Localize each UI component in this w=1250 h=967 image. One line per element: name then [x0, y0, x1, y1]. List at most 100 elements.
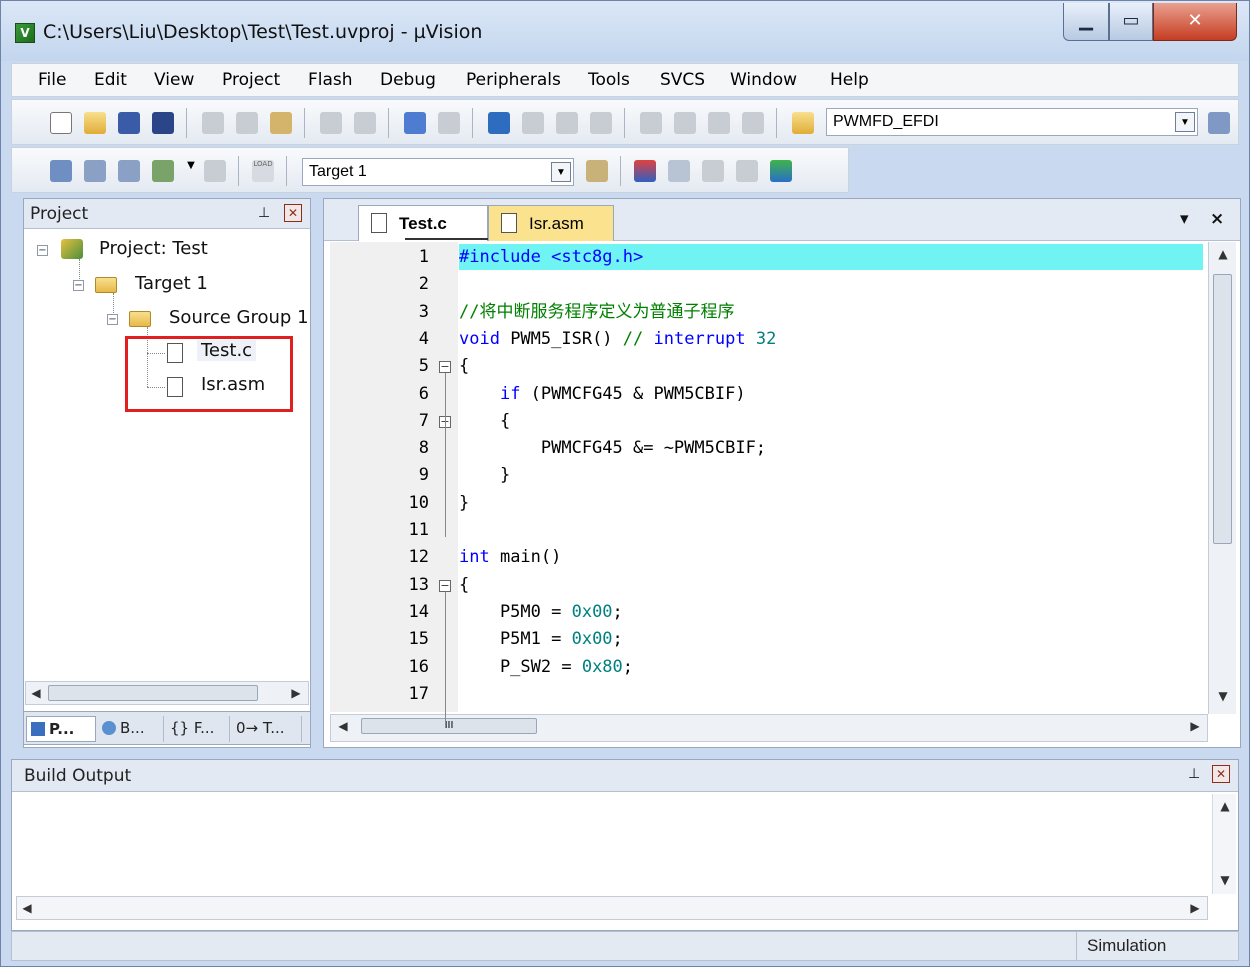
scroll-up-icon[interactable]: ▲: [1215, 246, 1231, 262]
open-folder-icon[interactable]: [84, 112, 106, 134]
stop-build-icon[interactable]: [204, 160, 226, 182]
rebuild-icon[interactable]: [118, 160, 140, 182]
navigate-back-icon[interactable]: [404, 112, 426, 134]
scroll-right-icon[interactable]: ▶: [1187, 900, 1203, 916]
paste-icon[interactable]: [270, 112, 292, 134]
code-line[interactable]: [459, 517, 1199, 544]
comment-icon[interactable]: [708, 112, 730, 134]
find-combo[interactable]: PWMFD_EFDI ▼: [826, 108, 1198, 136]
scroll-right-icon[interactable]: ▶: [288, 685, 304, 701]
code-line[interactable]: int main(): [459, 544, 1199, 571]
scroll-left-icon[interactable]: ◀: [28, 685, 44, 701]
editor-vscroll-thumb[interactable]: [1213, 274, 1232, 544]
tab-project[interactable]: P...: [26, 716, 96, 742]
menu-flash[interactable]: Flash: [308, 70, 353, 90]
next-bookmark-icon[interactable]: [556, 112, 578, 134]
build-hscroll[interactable]: ◀ ▶: [16, 896, 1208, 920]
code-line[interactable]: [459, 271, 1199, 298]
new-file-icon[interactable]: [50, 112, 72, 134]
project-hscroll[interactable]: ◀ ▶: [25, 681, 309, 705]
code-line[interactable]: }: [459, 490, 1199, 517]
editor-hscroll[interactable]: ◀ III ▶: [330, 714, 1208, 742]
tab-test-c[interactable]: Test.c: [358, 205, 495, 241]
build-icon[interactable]: [84, 160, 106, 182]
prev-bookmark-icon[interactable]: [522, 112, 544, 134]
code-line[interactable]: PWMCFG45 &= ~PWM5CBIF;: [459, 435, 1199, 462]
pin-icon[interactable]: ⊥: [258, 205, 270, 221]
code-line[interactable]: void PWM5_ISR() // interrupt 32: [459, 326, 1199, 353]
menu-window[interactable]: Window: [730, 70, 797, 90]
scroll-left-icon[interactable]: ◀: [19, 900, 35, 916]
project-hscroll-thumb[interactable]: [48, 685, 258, 701]
unindent-icon[interactable]: [674, 112, 696, 134]
code-line[interactable]: {: [459, 572, 1199, 599]
code-line[interactable]: P_SW2 = 0x80;: [459, 654, 1199, 681]
manage-project-items-icon[interactable]: [634, 160, 656, 182]
fold-toggle-icon[interactable]: −: [439, 361, 451, 374]
tab-functions[interactable]: {} F...: [166, 716, 230, 742]
menu-edit[interactable]: Edit: [94, 70, 127, 90]
menu-debug[interactable]: Debug: [380, 70, 436, 90]
bookmark-icon[interactable]: [488, 112, 510, 134]
save-icon[interactable]: [118, 112, 140, 134]
scroll-right-icon[interactable]: ▶: [1187, 718, 1203, 734]
batch-build-icon[interactable]: [152, 160, 174, 182]
incremental-find-icon[interactable]: [1208, 112, 1230, 134]
menu-project[interactable]: Project: [222, 70, 280, 90]
pin-icon[interactable]: ⊥: [1188, 766, 1200, 782]
menu-help[interactable]: Help: [830, 70, 869, 90]
translate-icon[interactable]: [50, 160, 72, 182]
chevron-down-icon[interactable]: ▼: [1175, 112, 1195, 132]
scroll-up-icon[interactable]: ▲: [1217, 798, 1233, 814]
scroll-left-icon[interactable]: ◀: [335, 718, 351, 734]
editor-hscroll-thumb[interactable]: III: [361, 718, 537, 734]
build-vscroll[interactable]: ▲ ▼: [1212, 794, 1236, 894]
indent-icon[interactable]: [640, 112, 662, 134]
tree-target-1[interactable]: Target 1: [135, 273, 208, 294]
close-button[interactable]: ✕: [1153, 3, 1237, 41]
menu-svcs[interactable]: SVCS: [660, 70, 705, 90]
editor-vscroll[interactable]: ▲ ▼: [1208, 242, 1236, 714]
code-line[interactable]: [459, 681, 1199, 708]
select-packs-icon[interactable]: [668, 160, 690, 182]
pack-installer-icon[interactable]: [770, 160, 792, 182]
copy-icon[interactable]: [236, 112, 258, 134]
code-line[interactable]: {: [459, 353, 1199, 380]
batch-build-dropdown-icon[interactable]: ▼: [186, 160, 196, 182]
tab-isr-asm[interactable]: Isr.asm: [488, 205, 614, 241]
scroll-down-icon[interactable]: ▼: [1215, 688, 1231, 704]
code-line[interactable]: //将中断服务程序定义为普通子程序: [459, 299, 1199, 326]
redo-icon[interactable]: [354, 112, 376, 134]
menu-file[interactable]: File: [38, 70, 66, 90]
title-bar[interactable]: V C:\Users\Liu\Desktop\Test\Test.uvproj …: [1, 1, 1249, 61]
tree-project-test[interactable]: Project: Test: [99, 238, 208, 259]
manage-rte-icon[interactable]: [702, 160, 724, 182]
navigate-forward-icon[interactable]: [438, 112, 460, 134]
minimize-button[interactable]: ▁: [1063, 3, 1109, 41]
menu-peripherals[interactable]: Peripherals: [466, 70, 561, 90]
close-tab-icon[interactable]: ×: [1210, 209, 1224, 229]
save-all-icon[interactable]: [152, 112, 174, 134]
collapse-group-icon[interactable]: −: [107, 314, 118, 325]
collapse-target-icon[interactable]: −: [73, 280, 84, 291]
code-line[interactable]: if (PWMCFG45 & PWM5CBIF): [459, 381, 1199, 408]
menu-tools[interactable]: Tools: [588, 70, 630, 90]
undo-icon[interactable]: [320, 112, 342, 134]
code-line[interactable]: {: [459, 408, 1199, 435]
target-combo[interactable]: Target 1 ▼: [302, 158, 574, 186]
maximize-button[interactable]: ▭: [1109, 3, 1153, 41]
clear-bookmarks-icon[interactable]: [590, 112, 612, 134]
find-in-files-icon[interactable]: [792, 112, 814, 134]
menu-view[interactable]: View: [154, 70, 194, 90]
close-panel-icon[interactable]: ✕: [1212, 765, 1230, 783]
scroll-down-icon[interactable]: ▼: [1217, 872, 1233, 888]
uncomment-icon[interactable]: [742, 112, 764, 134]
code-line[interactable]: }: [459, 462, 1199, 489]
collapse-project-icon[interactable]: −: [37, 245, 48, 256]
cut-icon[interactable]: [202, 112, 224, 134]
chevron-down-icon[interactable]: ▼: [551, 162, 571, 182]
close-panel-icon[interactable]: ✕: [284, 204, 302, 222]
tree-source-group-1[interactable]: Source Group 1: [169, 307, 309, 328]
tab-templates[interactable]: 0→ T...: [232, 716, 302, 742]
code-line[interactable]: P5M1 = 0x00;: [459, 626, 1199, 653]
